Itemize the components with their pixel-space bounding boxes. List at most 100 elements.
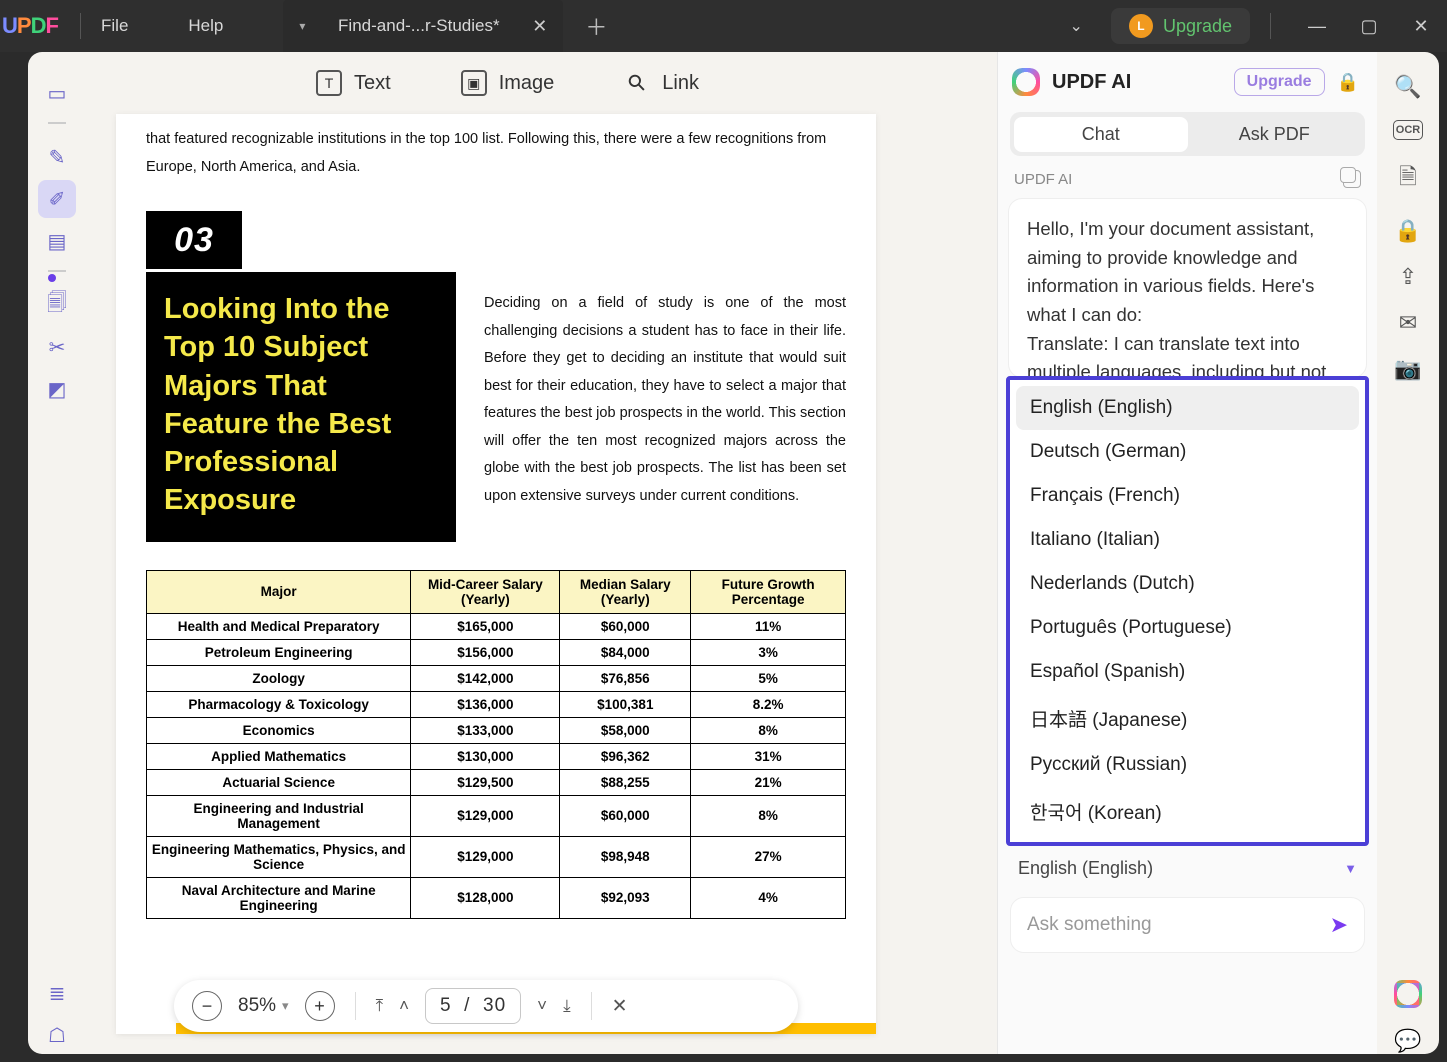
reader-mode-icon[interactable]: ▭ xyxy=(38,74,76,112)
table-row: Health and Medical Preparatory$165,000$6… xyxy=(147,613,846,639)
image-tool[interactable]: ▣ Image xyxy=(461,70,555,96)
language-option[interactable]: Español (Spanish) xyxy=(1016,650,1359,694)
last-page-button[interactable]: ⤓ xyxy=(563,996,571,1016)
bookmark-icon[interactable]: ☖ xyxy=(38,1016,76,1054)
first-page-button[interactable]: ⤒ xyxy=(376,996,384,1016)
table-row: Actuarial Science$129,500$88,25521% xyxy=(147,769,846,795)
zoom-level[interactable]: 85% ▾ xyxy=(238,995,289,1017)
crop-icon[interactable]: ✂ xyxy=(38,328,76,366)
ai-tabs: Chat Ask PDF xyxy=(1010,112,1365,156)
language-option[interactable]: Français (French) xyxy=(1016,474,1359,518)
document-tab[interactable]: ▾ Find-and-...r-Studies* ✕ xyxy=(283,0,563,52)
active-indicator xyxy=(48,274,56,282)
layers-icon[interactable]: ≣ xyxy=(38,974,76,1012)
tab-dropdown-icon[interactable]: ▾ xyxy=(299,19,305,33)
help-menu[interactable]: Help xyxy=(188,16,223,36)
tab-close-icon[interactable]: ✕ xyxy=(532,16,547,37)
edit-toolbar: T Text ▣ Image ⚲ Link xyxy=(86,52,997,114)
table-row: Applied Mathematics$130,000$96,36231% xyxy=(147,743,846,769)
lock-icon[interactable]: 🔒 xyxy=(1337,72,1359,93)
file-menu[interactable]: File xyxy=(101,16,128,36)
copy-icon[interactable] xyxy=(1343,170,1361,188)
new-tab-button[interactable]: ＋ xyxy=(585,10,607,42)
majors-table: MajorMid-Career Salary (Yearly)Median Sa… xyxy=(146,570,846,919)
screenshot-icon[interactable]: 📷 xyxy=(1394,356,1421,382)
titlebar-dropdown-icon[interactable]: ⌄ xyxy=(1070,16,1083,36)
upgrade-label: Upgrade xyxy=(1163,16,1232,37)
table-row: Engineering and Industrial Management$12… xyxy=(147,795,846,836)
ocr-icon[interactable]: OCR xyxy=(1393,120,1423,140)
ai-upgrade-button[interactable]: Upgrade xyxy=(1234,68,1325,96)
highlighter-icon[interactable]: ✎ xyxy=(38,138,76,176)
divider xyxy=(80,13,81,39)
pages-icon[interactable]: 🗐 xyxy=(38,286,76,324)
zoom-value: 85% xyxy=(238,995,276,1017)
convert-icon[interactable]: 🗎 xyxy=(1399,160,1417,198)
link-label: Link xyxy=(662,72,699,95)
image-icon: ▣ xyxy=(461,70,487,96)
form-icon[interactable]: ▤ xyxy=(38,222,76,260)
titlebar: UPDF File Help ▾ Find-and-...r-Studies* … xyxy=(0,0,1447,52)
table-header: Future Growth Percentage xyxy=(691,570,846,613)
minimize-button[interactable]: — xyxy=(1291,16,1343,37)
right-sidebar: 🔍 OCR 🗎 🔒 ⇪ ✉ 📷 💬 xyxy=(1377,52,1439,1054)
language-option[interactable]: English (English) xyxy=(1016,386,1359,430)
send-icon[interactable]: ➤ xyxy=(1330,912,1348,938)
tab-chat[interactable]: Chat xyxy=(1014,117,1188,152)
language-option[interactable]: Italiano (Italian) xyxy=(1016,518,1359,562)
divider xyxy=(1270,13,1271,39)
language-option[interactable]: 日本語 (Japanese) xyxy=(1016,694,1359,743)
tab-title: Find-and-...r-Studies* xyxy=(323,16,514,36)
table-row: Petroleum Engineering$156,000$84,0003% xyxy=(147,639,846,665)
table-header: Major xyxy=(147,570,411,613)
ai-title: UPDF AI xyxy=(1052,71,1131,94)
language-option[interactable]: Português (Portuguese) xyxy=(1016,606,1359,650)
maximize-button[interactable]: ▢ xyxy=(1343,16,1395,37)
link-tool[interactable]: ⚲ Link xyxy=(624,70,699,96)
section-heading: Looking Into the Top 10 Subject Majors T… xyxy=(146,272,456,542)
chevron-down-icon: ▼ xyxy=(1344,861,1357,876)
table-row: Zoology$142,000$76,8565% xyxy=(147,665,846,691)
user-avatar-icon: L xyxy=(1129,14,1153,38)
redact-icon[interactable]: ◩ xyxy=(38,370,76,408)
next-page-button[interactable]: ˅ xyxy=(537,996,547,1016)
share-icon[interactable]: ⇪ xyxy=(1399,264,1417,290)
language-option[interactable]: Nederlands (Dutch) xyxy=(1016,562,1359,606)
page-nav-bar: − 85% ▾ + ⤒ ˄ 5 / 30 ˅ ⤓ ✕ xyxy=(174,980,798,1032)
chevron-down-icon: ▾ xyxy=(282,998,289,1014)
ask-placeholder: Ask something xyxy=(1027,914,1152,936)
ai-sender-label: UPDF AI xyxy=(1014,171,1072,188)
zoom-out-button[interactable]: − xyxy=(192,991,222,1021)
language-option[interactable]: Русский (Russian) xyxy=(1016,743,1359,787)
protect-icon[interactable]: 🔒 xyxy=(1394,218,1421,244)
ai-panel: UPDF AI Upgrade 🔒 Chat Ask PDF UPDF AI H… xyxy=(997,52,1377,1054)
tab-ask-pdf[interactable]: Ask PDF xyxy=(1188,117,1362,152)
text-tool[interactable]: T Text xyxy=(316,70,391,96)
language-option[interactable]: Deutsch (German) xyxy=(1016,430,1359,474)
prev-page-button[interactable]: ˄ xyxy=(399,996,409,1016)
language-option[interactable]: 한국어 (Korean) xyxy=(1016,787,1359,836)
email-icon[interactable]: ✉ xyxy=(1399,310,1417,336)
ai-message: Hello, I'm your document assistant, aimi… xyxy=(1008,198,1367,378)
ai-logo-icon xyxy=(1012,68,1040,96)
language-select[interactable]: English (English) ▼ xyxy=(1018,858,1357,879)
document-viewport[interactable]: that featured recognizable institutions … xyxy=(86,114,997,1054)
close-bar-button[interactable]: ✕ xyxy=(612,995,628,1018)
ask-input[interactable]: Ask something ➤ xyxy=(1010,897,1365,953)
section-body: Deciding on a field of study is one of t… xyxy=(484,272,846,542)
page-indicator[interactable]: 5 / 30 xyxy=(425,988,521,1024)
image-label: Image xyxy=(499,72,555,95)
ai-toggle-icon[interactable] xyxy=(1394,980,1422,1008)
text-icon: T xyxy=(316,70,342,96)
zoom-in-button[interactable]: + xyxy=(305,991,335,1021)
search-icon[interactable]: 🔍 xyxy=(1394,74,1421,100)
page: that featured recognizable institutions … xyxy=(116,114,876,1034)
upgrade-button[interactable]: L Upgrade xyxy=(1111,8,1250,44)
workspace: ▭ ✎ ✐ ▤ 🗐 ✂ ◩ ≣ ☖ T Text ▣ Image ⚲ Link xyxy=(28,52,1439,1054)
table-header: Mid-Career Salary (Yearly) xyxy=(411,570,560,613)
comment-icon[interactable]: 💬 xyxy=(1394,1028,1421,1054)
main-area: T Text ▣ Image ⚲ Link that featured reco… xyxy=(86,52,997,1054)
language-dropdown-menu: English (English)Deutsch (German)Françai… xyxy=(1006,376,1369,846)
edit-icon[interactable]: ✐ xyxy=(38,180,76,218)
close-button[interactable]: ✕ xyxy=(1395,16,1447,37)
